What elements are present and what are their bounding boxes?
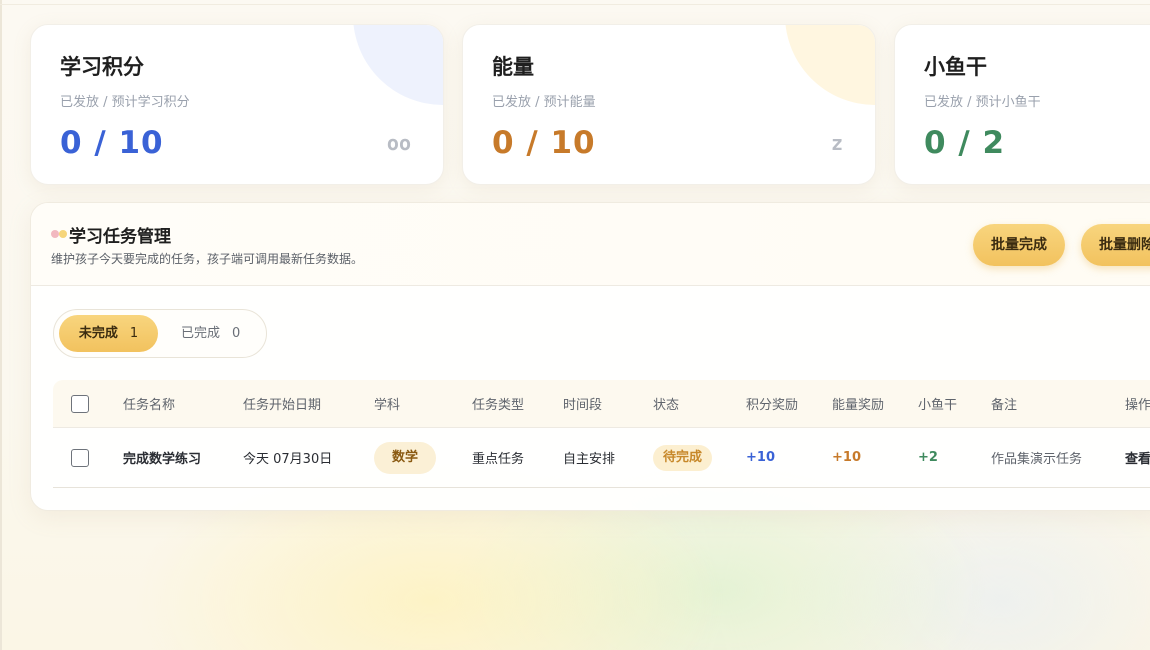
column-header: 操作 [1125, 398, 1150, 413]
panel-title: 学习任务管理 [69, 227, 171, 247]
stat-value: 0 / 2 [924, 125, 1006, 161]
energy-icon: z [830, 131, 843, 155]
task-panel: 学习任务管理 维护孩子今天要完成的任务，孩子端可调用最新任务数据。 批量完成 批… [30, 202, 1150, 511]
points-icon: oo [386, 131, 411, 155]
subject-tag: 数学 [374, 441, 437, 474]
tab-incomplete[interactable]: 未完成 1 [59, 315, 158, 352]
select-all-checkbox[interactable] [71, 394, 89, 413]
task-status-tabs: 未完成 1 已完成 0 [53, 309, 267, 358]
row-checkbox[interactable] [71, 448, 89, 467]
task-name: 完成数学练习 [123, 452, 202, 467]
stat-subtitle: 已发放 / 预计能量 [492, 95, 596, 110]
tab-label: 未完成 [78, 326, 118, 341]
page-frame-top [0, 4, 1150, 5]
title-dots-icon [51, 230, 71, 240]
column-header: 备注 [991, 398, 1018, 413]
stat-subtitle: 已发放 / 预计学习积分 [60, 95, 190, 110]
fish-reward: +2 [918, 450, 938, 465]
tab-count: 1 [129, 326, 139, 341]
column-header: 任务名称 [123, 398, 176, 413]
column-header: 能量奖励 [832, 398, 885, 413]
energy-reward: +10 [832, 450, 861, 465]
stat-card-energy: 能量 已发放 / 预计能量 0 / 10 z [462, 24, 876, 185]
column-header: 任务开始日期 [243, 398, 322, 413]
stat-card-points: 学习积分 已发放 / 预计学习积分 0 / 10 oo [30, 24, 444, 185]
points-reward: +10 [746, 450, 775, 465]
column-header: 任务类型 [472, 398, 525, 413]
batch-delete-button[interactable]: 批量删除 [1081, 224, 1150, 266]
task-note: 作品集演示任务 [991, 452, 1083, 467]
column-header: 学科 [374, 398, 401, 413]
panel-header: 学习任务管理 维护孩子今天要完成的任务，孩子端可调用最新任务数据。 批量完成 批… [31, 203, 1150, 286]
panel-description: 维护孩子今天要完成的任务，孩子端可调用最新任务数据。 [51, 252, 364, 266]
task-type: 重点任务 [472, 452, 525, 467]
card-decoration [785, 25, 875, 105]
task-time-slot: 自主安排 [563, 452, 616, 467]
status-badge: 待完成 [653, 444, 713, 471]
stat-title: 学习积分 [60, 55, 144, 79]
stat-title: 能量 [492, 55, 534, 79]
stat-value: 0 / 10 [60, 125, 164, 161]
column-header: 小鱼干 [918, 398, 958, 413]
tab-completed[interactable]: 已完成 0 [181, 315, 240, 352]
task-date: 今天 07月30日 [243, 452, 333, 467]
view-task-link[interactable]: 查看 [1125, 428, 1150, 487]
tab-count: 0 [232, 326, 241, 341]
column-header: 积分奖励 [746, 398, 799, 413]
page-frame-left [0, 0, 2, 650]
stat-value: 0 / 10 [492, 125, 596, 161]
tab-label: 已完成 [181, 326, 221, 341]
table-header: 任务名称 任务开始日期 学科 任务类型 时间段 状态 积分奖励 能量奖励 小鱼干… [53, 380, 1150, 428]
column-header: 时间段 [563, 398, 603, 413]
column-header: 状态 [653, 398, 680, 413]
card-decoration [353, 25, 443, 105]
table-row: 完成数学练习 今天 07月30日 数学 重点任务 自主安排 待完成 +10 +1… [53, 428, 1150, 488]
batch-complete-button[interactable]: 批量完成 [973, 224, 1065, 266]
stat-title: 小鱼干 [924, 55, 987, 79]
stat-card-fish: 小鱼干 已发放 / 预计小鱼干 0 / 2 [894, 24, 1150, 185]
stat-subtitle: 已发放 / 预计小鱼干 [924, 95, 1041, 110]
